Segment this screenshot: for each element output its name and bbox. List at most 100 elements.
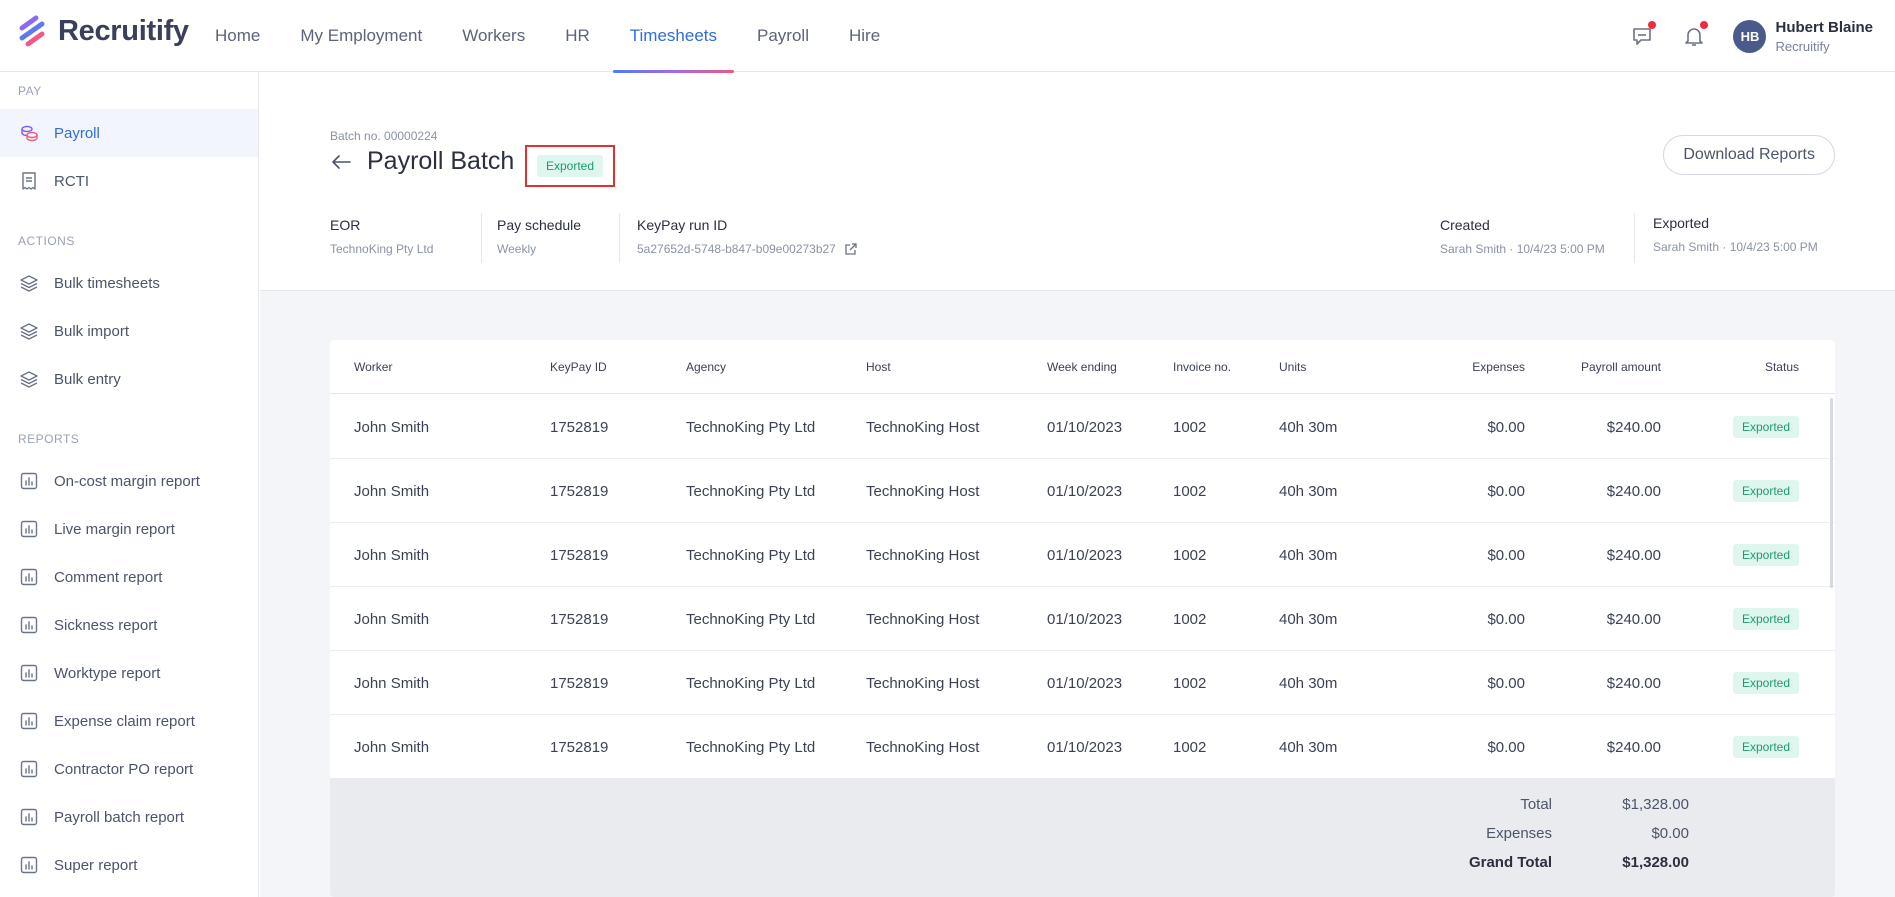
notification-dot [1700,21,1709,29]
table-row[interactable]: John Smith 1752819 TechnoKing Pty Ltd Techn… [330,587,1835,651]
expenses-value: $0.00 [1651,825,1689,842]
sidebar-item-label: Contractor PO report [54,760,194,778]
status-badge: Exported [1732,416,1799,438]
column-header-invoice-no[interactable]: Invoice no. [1173,340,1231,394]
sidebar-item-report[interactable]: Sickness report [0,601,258,649]
cell-expenses: $0.00 [1487,674,1525,692]
nav-hr[interactable]: HR [548,0,607,72]
scrollbar[interactable] [1830,398,1833,588]
sidebar-item-bulk-entry[interactable]: Bulk entry [0,355,258,403]
table-row[interactable]: John Smith 1752819 TechnoKing Pty Ltd Techn… [330,395,1835,459]
sidebar-item-label: Worktype report [54,664,161,682]
app-logo[interactable]: Recruitify [18,14,189,48]
status-badge: Exported [536,155,604,177]
divider [619,213,620,263]
cell-expenses: $0.00 [1487,610,1525,628]
nav-workers[interactable]: Workers [445,0,542,72]
cell-worker: John Smith [354,482,430,500]
cell-status: Exported [1700,587,1799,651]
column-header-keypay-id[interactable]: KeyPay ID [550,340,607,394]
back-arrow-icon[interactable] [330,151,352,173]
notifications-button[interactable] [1681,21,1709,49]
report-chart-icon [20,712,38,730]
column-header-worker[interactable]: Worker [354,340,392,394]
cell-worker: John Smith [354,674,430,692]
sidebar-item-report[interactable]: Live margin report [0,505,258,553]
cell-week-ending: 01/10/2023 [1047,418,1123,436]
table-row[interactable]: John Smith 1752819 TechnoKing Pty Ltd Techn… [330,523,1835,587]
sidebar-item-report[interactable]: Super report [0,841,258,889]
divider [1634,213,1635,263]
sidebar-item-label: Super report [54,856,138,874]
cell-expenses: $0.00 [1487,738,1525,756]
table-row[interactable]: John Smith 1752819 TechnoKing Pty Ltd Techn… [330,459,1835,523]
nav-payroll[interactable]: Payroll [740,0,826,72]
meta-exported: Exported Sarah Smith · 10/4/23 5:00 PM [1653,215,1818,254]
cell-host: TechnoKing Host [866,738,980,756]
sidebar-item-bulk-import[interactable]: Bulk import [0,307,258,355]
download-reports-button[interactable]: Download Reports [1663,135,1835,175]
sidebar-item-report[interactable]: Contractor PO report [0,745,258,793]
status-badge: Exported [1732,672,1799,694]
column-header-payroll-amount[interactable]: Payroll amount [1530,340,1661,394]
cell-invoice-no: 1002 [1173,610,1207,628]
sidebar-item-rcti[interactable]: RCTI [0,157,258,205]
receipt-icon [22,172,36,190]
table-row[interactable]: John Smith 1752819 TechnoKing Pty Ltd Techn… [330,715,1835,779]
table-row[interactable]: John Smith 1752819 TechnoKing Pty Ltd Techn… [330,651,1835,715]
cell-status: Exported [1700,651,1799,715]
cell-status: Exported [1700,715,1799,779]
total-value: $1,328.00 [1622,796,1689,813]
sidebar-heading-reports: REPORTS [18,432,80,446]
external-link-icon[interactable] [844,242,858,256]
status-badge: Exported [1732,608,1799,630]
sidebar-item-label: Payroll [54,124,100,142]
sidebar-item-report[interactable]: On-cost margin report [0,457,258,505]
nav-timesheets[interactable]: Timesheets [612,0,735,73]
messages-button[interactable] [1629,21,1657,49]
sidebar-item-label: Bulk import [54,322,130,340]
sidebar-item-label: On-cost margin report [54,472,200,490]
sidebar-item-report[interactable]: Payroll batch report [0,793,258,841]
divider [481,213,482,263]
status-highlight: Exported [525,145,615,187]
status-badge: Exported [1732,736,1799,758]
sidebar-item-report[interactable]: Expense claim report [0,697,258,745]
nav-hire[interactable]: Hire [832,0,897,72]
column-header-agency[interactable]: Agency [686,340,726,394]
sidebar-item-label: Live margin report [54,520,175,538]
sidebar-heading-pay: PAY [18,84,42,98]
cell-week-ending: 01/10/2023 [1047,738,1123,756]
column-header-expenses[interactable]: Expenses [1410,340,1525,394]
cell-week-ending: 01/10/2023 [1047,482,1123,500]
report-chart-icon [20,616,38,634]
cell-invoice-no: 1002 [1173,738,1207,756]
meta-pay-schedule: Pay schedule Weekly [497,217,581,256]
column-header-status[interactable]: Status [1700,340,1799,394]
total-label: Total [1520,796,1552,813]
nav-my-employment[interactable]: My Employment [283,0,439,72]
sidebar-item-report[interactable]: Worktype report [0,649,258,697]
nav-home[interactable]: Home [198,0,277,72]
column-header-host[interactable]: Host [866,340,891,394]
user-menu[interactable]: Hubert Blaine Recruitify [1775,19,1873,54]
sidebar-item-bulk-timesheets[interactable]: Bulk timesheets [0,259,258,307]
sidebar-item-label: Payroll batch report [54,808,185,826]
meta-label: Exported [1653,215,1710,231]
keypay-run-id-link[interactable]: 5a27652d-5748-b847-b09e00273b27 [637,242,836,256]
report-chart-icon [20,856,38,874]
avatar[interactable]: HB [1733,19,1767,53]
grand-total-label: Grand Total [1468,854,1552,871]
cell-agency: TechnoKing Pty Ltd [686,610,816,628]
sidebar: PAY Payroll RCTI ACTIONS Bulk timesheets… [0,72,259,897]
column-header-units[interactable]: Units [1279,340,1306,394]
cell-agency: TechnoKing Pty Ltd [686,482,816,500]
column-header-week-ending[interactable]: Week ending [1047,340,1117,394]
expenses-label: Expenses [1486,825,1552,842]
sidebar-item-label: Bulk entry [54,370,121,388]
sidebar-item-payroll[interactable]: Payroll [0,109,258,157]
timesheets-table: Worker KeyPay ID Agency Host Week ending… [330,340,1835,897]
cell-units: 40h 30m [1279,674,1338,692]
sidebar-item-report[interactable]: Comment report [0,553,258,601]
recruitify-logo-icon [19,15,45,47]
